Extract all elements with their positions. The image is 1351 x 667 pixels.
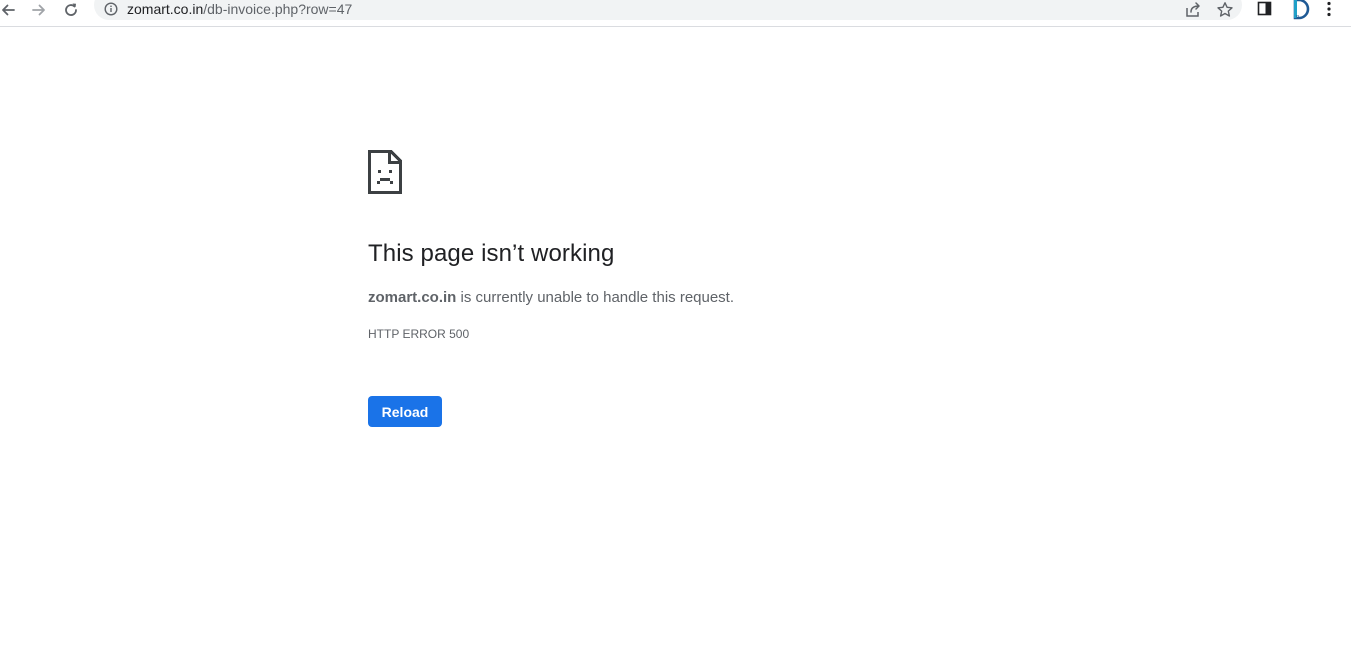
forward-button[interactable] bbox=[27, 0, 51, 20]
profile-avatar-icon[interactable]: R bbox=[1288, 0, 1310, 21]
url-host: zomart.co.in bbox=[127, 1, 204, 17]
back-button[interactable] bbox=[0, 0, 20, 20]
error-message: zomart.co.in is currently unable to hand… bbox=[368, 289, 734, 306]
error-code: HTTP ERROR 500 bbox=[368, 327, 470, 341]
reload-button[interactable]: Reload bbox=[368, 396, 442, 427]
arrow-right-icon bbox=[31, 2, 47, 18]
info-icon[interactable] bbox=[104, 2, 118, 16]
address-bar-url[interactable]: zomart.co.in/db-invoice.php?row=47 bbox=[127, 1, 352, 18]
error-message-text: is currently unable to handle this reque… bbox=[456, 289, 735, 306]
share-icon[interactable] bbox=[1184, 1, 1202, 19]
refresh-icon bbox=[63, 2, 79, 18]
url-path: /db-invoice.php?row=47 bbox=[203, 1, 353, 17]
error-host: zomart.co.in bbox=[368, 289, 457, 306]
star-icon[interactable] bbox=[1216, 1, 1234, 19]
browser-toolbar: zomart.co.in/db-invoice.php?row=47 R bbox=[0, 0, 1351, 27]
svg-text:R: R bbox=[1296, 15, 1300, 21]
page-title: This page isn’t working bbox=[368, 240, 615, 267]
kebab-menu-icon[interactable] bbox=[1320, 0, 1340, 20]
arrow-left-icon bbox=[0, 2, 16, 18]
reload-page-button[interactable] bbox=[59, 0, 83, 20]
side-panel-icon[interactable] bbox=[1256, 0, 1276, 20]
sad-page-icon bbox=[368, 150, 402, 194]
